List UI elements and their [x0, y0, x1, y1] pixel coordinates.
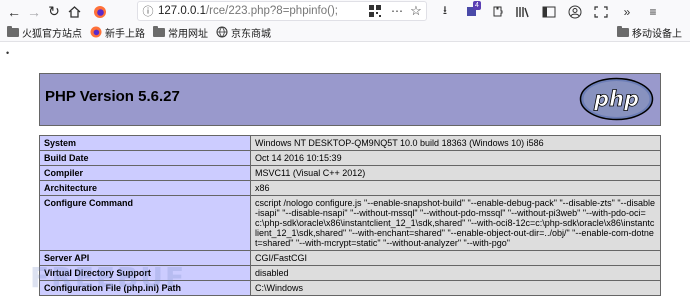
- sidebar-icon[interactable]: [536, 0, 562, 23]
- globe-icon: [216, 26, 228, 38]
- row-value: disabled: [250, 265, 661, 281]
- bookmark-label: 京东商城: [231, 28, 271, 40]
- library-icon[interactable]: [510, 0, 536, 23]
- folder-icon: [7, 25, 19, 38]
- row-key: Compiler: [39, 165, 251, 181]
- forward-arrow-icon[interactable]: →: [24, 2, 44, 22]
- watermark-text: FREEBUF: [30, 261, 187, 294]
- row-value: Oct 14 2016 10:15:39: [250, 150, 661, 166]
- table-row: Architecture x86: [39, 180, 661, 196]
- php-logo-text: php: [593, 87, 639, 111]
- table-row: Compiler MSVC11 (Visual C++ 2012): [39, 165, 661, 181]
- download-icon[interactable]: ⭳: [432, 0, 458, 23]
- page-actions-icon[interactable]: ⋯: [388, 4, 406, 18]
- bookmark-firefox-site[interactable]: 火狐官方站点: [7, 25, 82, 40]
- table-row: Configure Command cscript /nologo configu…: [39, 195, 661, 251]
- extension-badge: 4: [473, 1, 481, 10]
- row-key: Architecture: [39, 180, 251, 196]
- qr-code-icon[interactable]: [366, 5, 384, 17]
- bookmark-label: 移动设备上: [632, 29, 682, 40]
- bookmark-common-sites[interactable]: 常用网址: [153, 25, 208, 40]
- folder-icon: [153, 25, 165, 38]
- row-value: x86: [250, 180, 661, 196]
- folder-icon: [617, 26, 629, 39]
- account-icon[interactable]: [562, 0, 588, 23]
- row-value: Windows NT DESKTOP-QM9NQ5T 10.0 build 18…: [250, 135, 661, 151]
- page-info-icon[interactable]: ⓘ: [138, 3, 158, 19]
- table-row: System Windows NT DESKTOP-QM9NQ5T 10.0 bu…: [39, 135, 661, 151]
- back-arrow-icon[interactable]: ←: [4, 2, 24, 22]
- bookmark-jd-mall[interactable]: 京东商城: [216, 25, 271, 40]
- page-title: PHP Version 5.6.27: [45, 88, 180, 105]
- bookmark-mobile[interactable]: 移动设备上: [617, 23, 682, 42]
- stray-output-mark: •: [6, 48, 10, 58]
- row-value: cscript /nologo configure.js "--enable-s…: [250, 195, 661, 251]
- url-host: 127.0.0.1: [158, 5, 206, 17]
- bookmark-star-icon[interactable]: ☆: [406, 3, 426, 19]
- url-text[interactable]: 127.0.0.1/rce/223.php?8=phpinfo();: [158, 5, 366, 17]
- address-bar[interactable]: ⓘ 127.0.0.1/rce/223.php?8=phpinfo(); ⋯ ☆: [137, 1, 427, 21]
- row-value: MSVC11 (Visual C++ 2012): [250, 165, 661, 181]
- page-content: • PHP Version 5.6.27 php System Windows N…: [0, 43, 690, 304]
- puzzle-icon[interactable]: [484, 0, 510, 23]
- bookmark-label: 常用网址: [168, 28, 208, 40]
- bookmarks-bar: 火狐官方站点 新手上路 常用网址 京东商城 移动设备上: [0, 23, 690, 42]
- table-row: Build Date Oct 14 2016 10:15:39: [39, 150, 661, 166]
- extension-icon[interactable]: 4: [458, 0, 484, 23]
- row-key: Build Date: [39, 150, 251, 166]
- php-logo-icon[interactable]: php: [579, 77, 654, 121]
- row-value: C:\Windows: [250, 280, 661, 296]
- screenshot-icon[interactable]: [588, 0, 614, 23]
- row-value: CGI/FastCGI: [250, 250, 661, 266]
- bookmark-getting-started[interactable]: 新手上路: [90, 25, 145, 40]
- menu-icon[interactable]: ≡: [640, 0, 666, 23]
- firefox-icon: [90, 26, 102, 38]
- url-path: /rce/223.php?8=phpinfo();: [205, 5, 338, 17]
- firefox-icon[interactable]: [90, 2, 110, 22]
- bookmark-label: 新手上路: [105, 28, 145, 40]
- row-key: Configure Command: [39, 195, 251, 251]
- row-key: System: [39, 135, 251, 151]
- chevron-double-right-icon[interactable]: »: [614, 0, 640, 23]
- bookmark-label: 火狐官方站点: [22, 28, 82, 40]
- home-icon[interactable]: [64, 2, 84, 22]
- toolbar-icons: ⭳ 4 » ≡: [432, 0, 666, 23]
- php-version-header: PHP Version 5.6.27 php: [39, 73, 661, 126]
- browser-toolbar: ← → ↻ ⓘ 127.0.0.1/rce/223.php?8=phpinfo(…: [0, 0, 690, 23]
- reload-icon[interactable]: ↻: [44, 2, 64, 22]
